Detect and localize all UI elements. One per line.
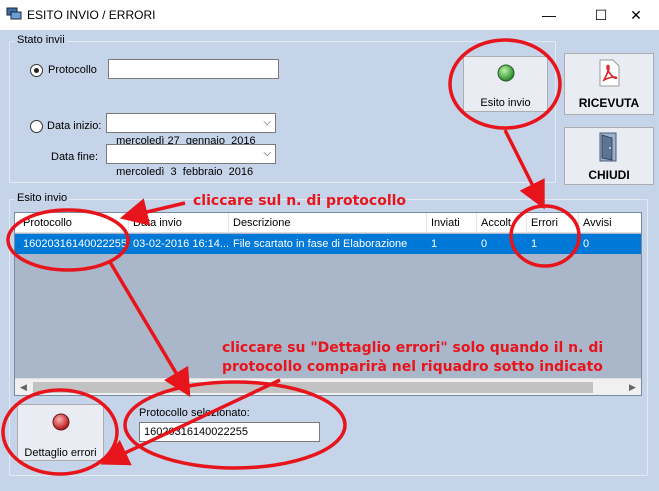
- col-inviati[interactable]: Inviati: [427, 213, 477, 233]
- window-title: ESITO INVIO / ERRORI: [27, 8, 156, 22]
- ricevuta-button[interactable]: RICEVUTA: [564, 53, 654, 115]
- pdf-icon: [599, 59, 620, 87]
- cell-descrizione[interactable]: File scartato in fase di Elaborazione: [229, 234, 427, 254]
- dettaglio-errori-caption: Dettaglio errori: [24, 447, 97, 459]
- col-accolti[interactable]: Accolt: [477, 213, 527, 233]
- col-errori[interactable]: Errori: [527, 213, 579, 233]
- data-fine-label: Data fine:: [51, 151, 99, 163]
- chevron-down-icon[interactable]: ⌵: [263, 114, 271, 132]
- annotation-dettaglio-line2: protocollo comparirà nel riquadro sotto …: [222, 359, 603, 375]
- cell-errori[interactable]: 1: [527, 234, 579, 254]
- annotation-dettaglio-line1: cliccare su "Dettaglio errori" solo quan…: [222, 340, 604, 356]
- red-led-icon: [52, 413, 70, 431]
- cell-inviati[interactable]: 1: [427, 234, 477, 254]
- chiudi-button[interactable]: CHIUDI: [564, 127, 654, 185]
- data-inizio-picker[interactable]: mercoledì 27 gennaio 2016 ⌵: [106, 113, 276, 147]
- data-inizio-label: Data inizio:: [47, 120, 102, 132]
- cell-avvisi[interactable]: 0: [579, 234, 641, 254]
- esito-invio-caption: Esito invio: [480, 97, 531, 109]
- minimize-button[interactable]: —: [526, 0, 572, 30]
- col-avvisi[interactable]: Avvisi: [579, 213, 641, 233]
- dettaglio-errori-button[interactable]: Dettaglio errori: [17, 404, 104, 461]
- annotation-click-protocollo: cliccare sul n. di protocollo: [193, 193, 407, 209]
- close-window-button[interactable]: ✕: [613, 0, 659, 30]
- table-row[interactable]: 16020316140022255 03-02-2016 16:14... Fi…: [15, 234, 641, 254]
- green-led-icon: [497, 64, 515, 82]
- grid-header: Protocollo Data invio Descrizione Inviat…: [15, 213, 641, 233]
- stato-invii-label: Stato invii: [15, 34, 67, 46]
- data-fine-value: mercoledì 3 febbraio 2016: [116, 166, 254, 178]
- protocollo-selezionato-input[interactable]: 16020316140022255: [139, 422, 320, 442]
- ricevuta-caption: RICEVUTA: [578, 96, 640, 110]
- protocollo-radio[interactable]: [30, 64, 43, 77]
- esito-invio-label: Esito invio: [15, 192, 70, 204]
- protocollo-selezionato-label: Protocollo selezionato:: [139, 407, 250, 419]
- horizontal-scrollbar[interactable]: ◀ ▶: [15, 378, 641, 395]
- esito-invio-button[interactable]: Esito invio: [463, 56, 548, 112]
- chevron-down-icon[interactable]: ⌵: [263, 145, 271, 163]
- scroll-thumb[interactable]: [33, 382, 593, 393]
- protocollo-label: Protocollo: [48, 64, 97, 76]
- col-protocollo[interactable]: Protocollo: [19, 213, 129, 233]
- chiudi-caption: CHIUDI: [588, 168, 630, 182]
- cell-protocollo[interactable]: 16020316140022255: [19, 234, 129, 254]
- cell-data-invio[interactable]: 03-02-2016 16:14...: [129, 234, 229, 254]
- door-icon: [599, 132, 617, 162]
- data-inizio-radio[interactable]: [30, 120, 43, 133]
- col-descrizione[interactable]: Descrizione: [229, 213, 427, 233]
- data-fine-picker[interactable]: mercoledì 3 febbraio 2016 ⌵: [106, 144, 276, 178]
- protocollo-input[interactable]: [108, 59, 279, 79]
- title-bar: ESITO INVIO / ERRORI — ☐ ✕: [0, 0, 659, 30]
- scroll-left-icon[interactable]: ◀: [15, 379, 32, 395]
- app-icon: [6, 7, 22, 20]
- scroll-right-icon[interactable]: ▶: [624, 379, 641, 395]
- cell-accolti[interactable]: 0: [477, 234, 527, 254]
- col-data-invio[interactable]: Data invio: [129, 213, 229, 233]
